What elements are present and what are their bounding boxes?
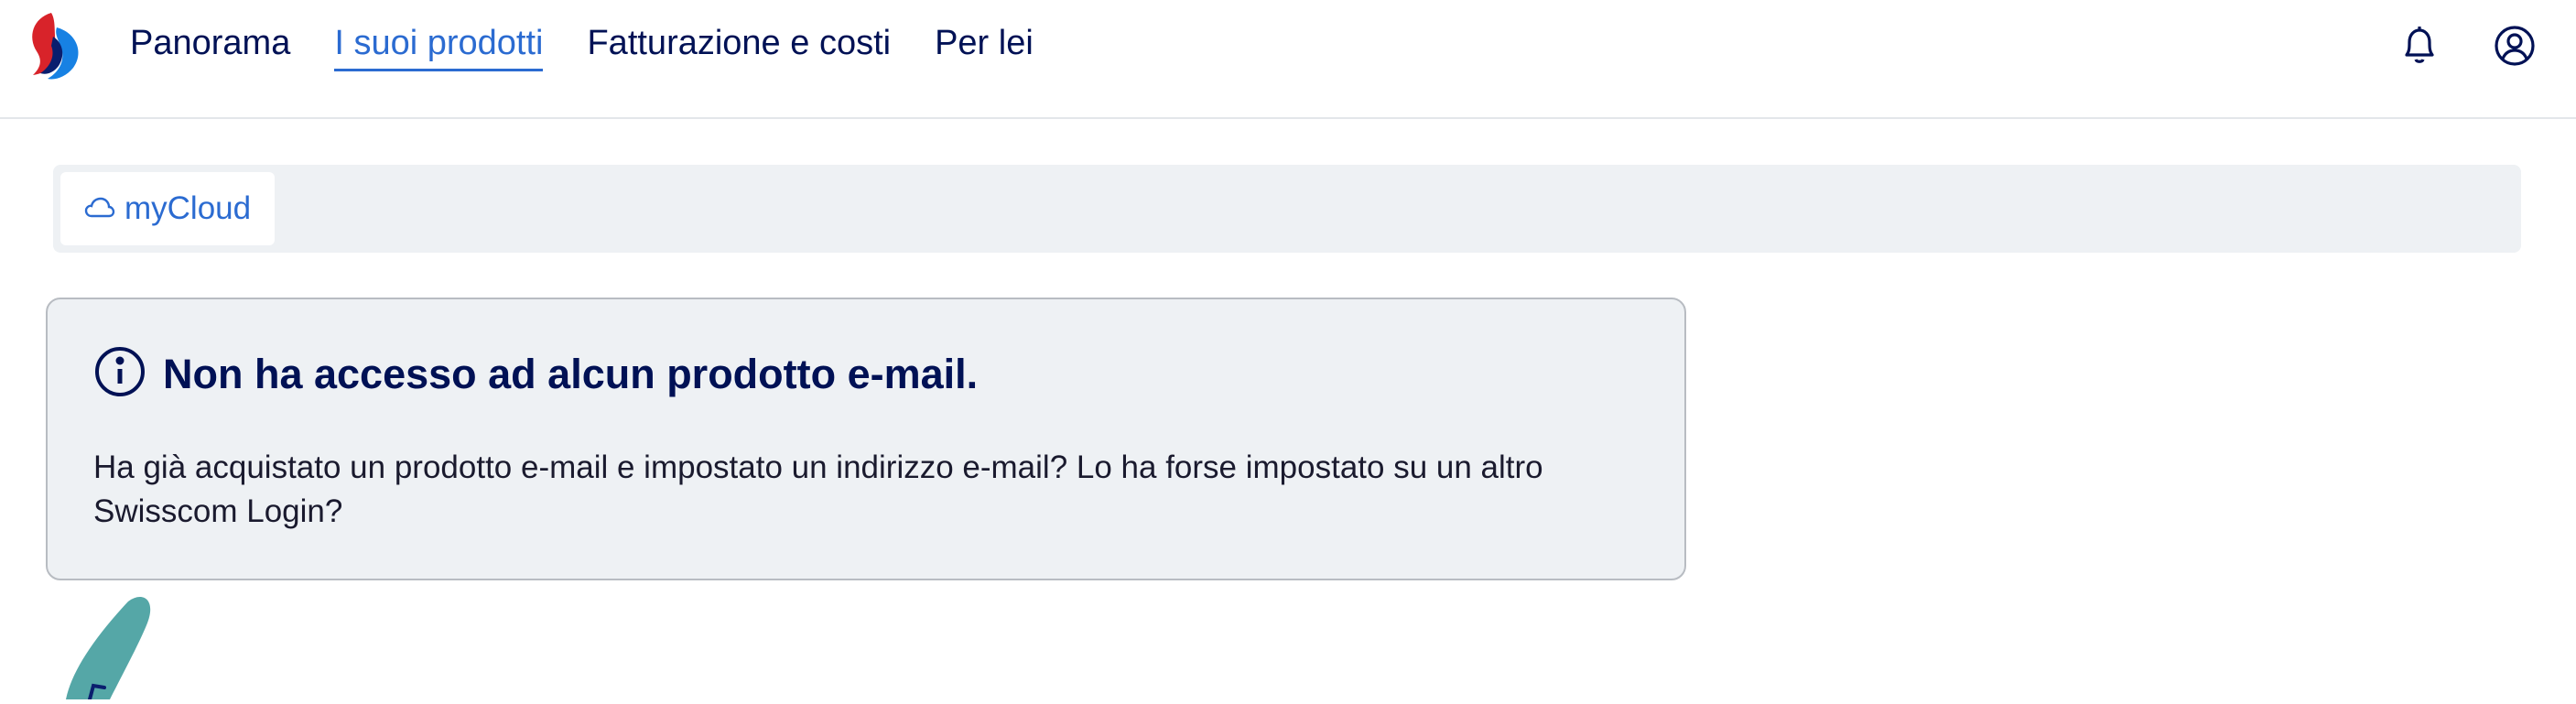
user-icon[interactable] <box>2490 21 2539 70</box>
nav-item-for-you[interactable]: Per lei <box>935 21 1034 71</box>
bell-icon[interactable] <box>2395 21 2444 70</box>
decorative-illustration <box>55 590 165 701</box>
info-message: Ha già acquistato un prodotto e-mail e i… <box>93 449 1543 529</box>
product-subnav: myCloud <box>53 165 2521 253</box>
header-actions <box>2395 18 2539 73</box>
cloud-icon <box>84 190 115 227</box>
info-notification: Non ha accesso ad alcun prodotto e-mail.… <box>46 298 1686 580</box>
info-title: Non ha accesso ad alcun prodotto e-mail. <box>163 350 979 397</box>
top-header: Panorama I suoi prodotti Fatturazione e … <box>0 0 2576 119</box>
nav-item-panorama[interactable]: Panorama <box>130 21 290 71</box>
nav-item-products[interactable]: I suoi prodotti <box>334 21 544 71</box>
tab-mycloud[interactable]: myCloud <box>60 172 276 245</box>
main-nav: Panorama I suoi prodotti Fatturazione e … <box>130 0 1034 92</box>
swisscom-logo[interactable] <box>20 9 86 82</box>
tab-mycloud-label: myCloud <box>124 190 252 226</box>
info-header: Non ha accesso ad alcun prodotto e-mail. <box>93 345 978 403</box>
nav-item-billing[interactable]: Fatturazione e costi <box>587 21 891 71</box>
info-icon <box>93 345 146 403</box>
